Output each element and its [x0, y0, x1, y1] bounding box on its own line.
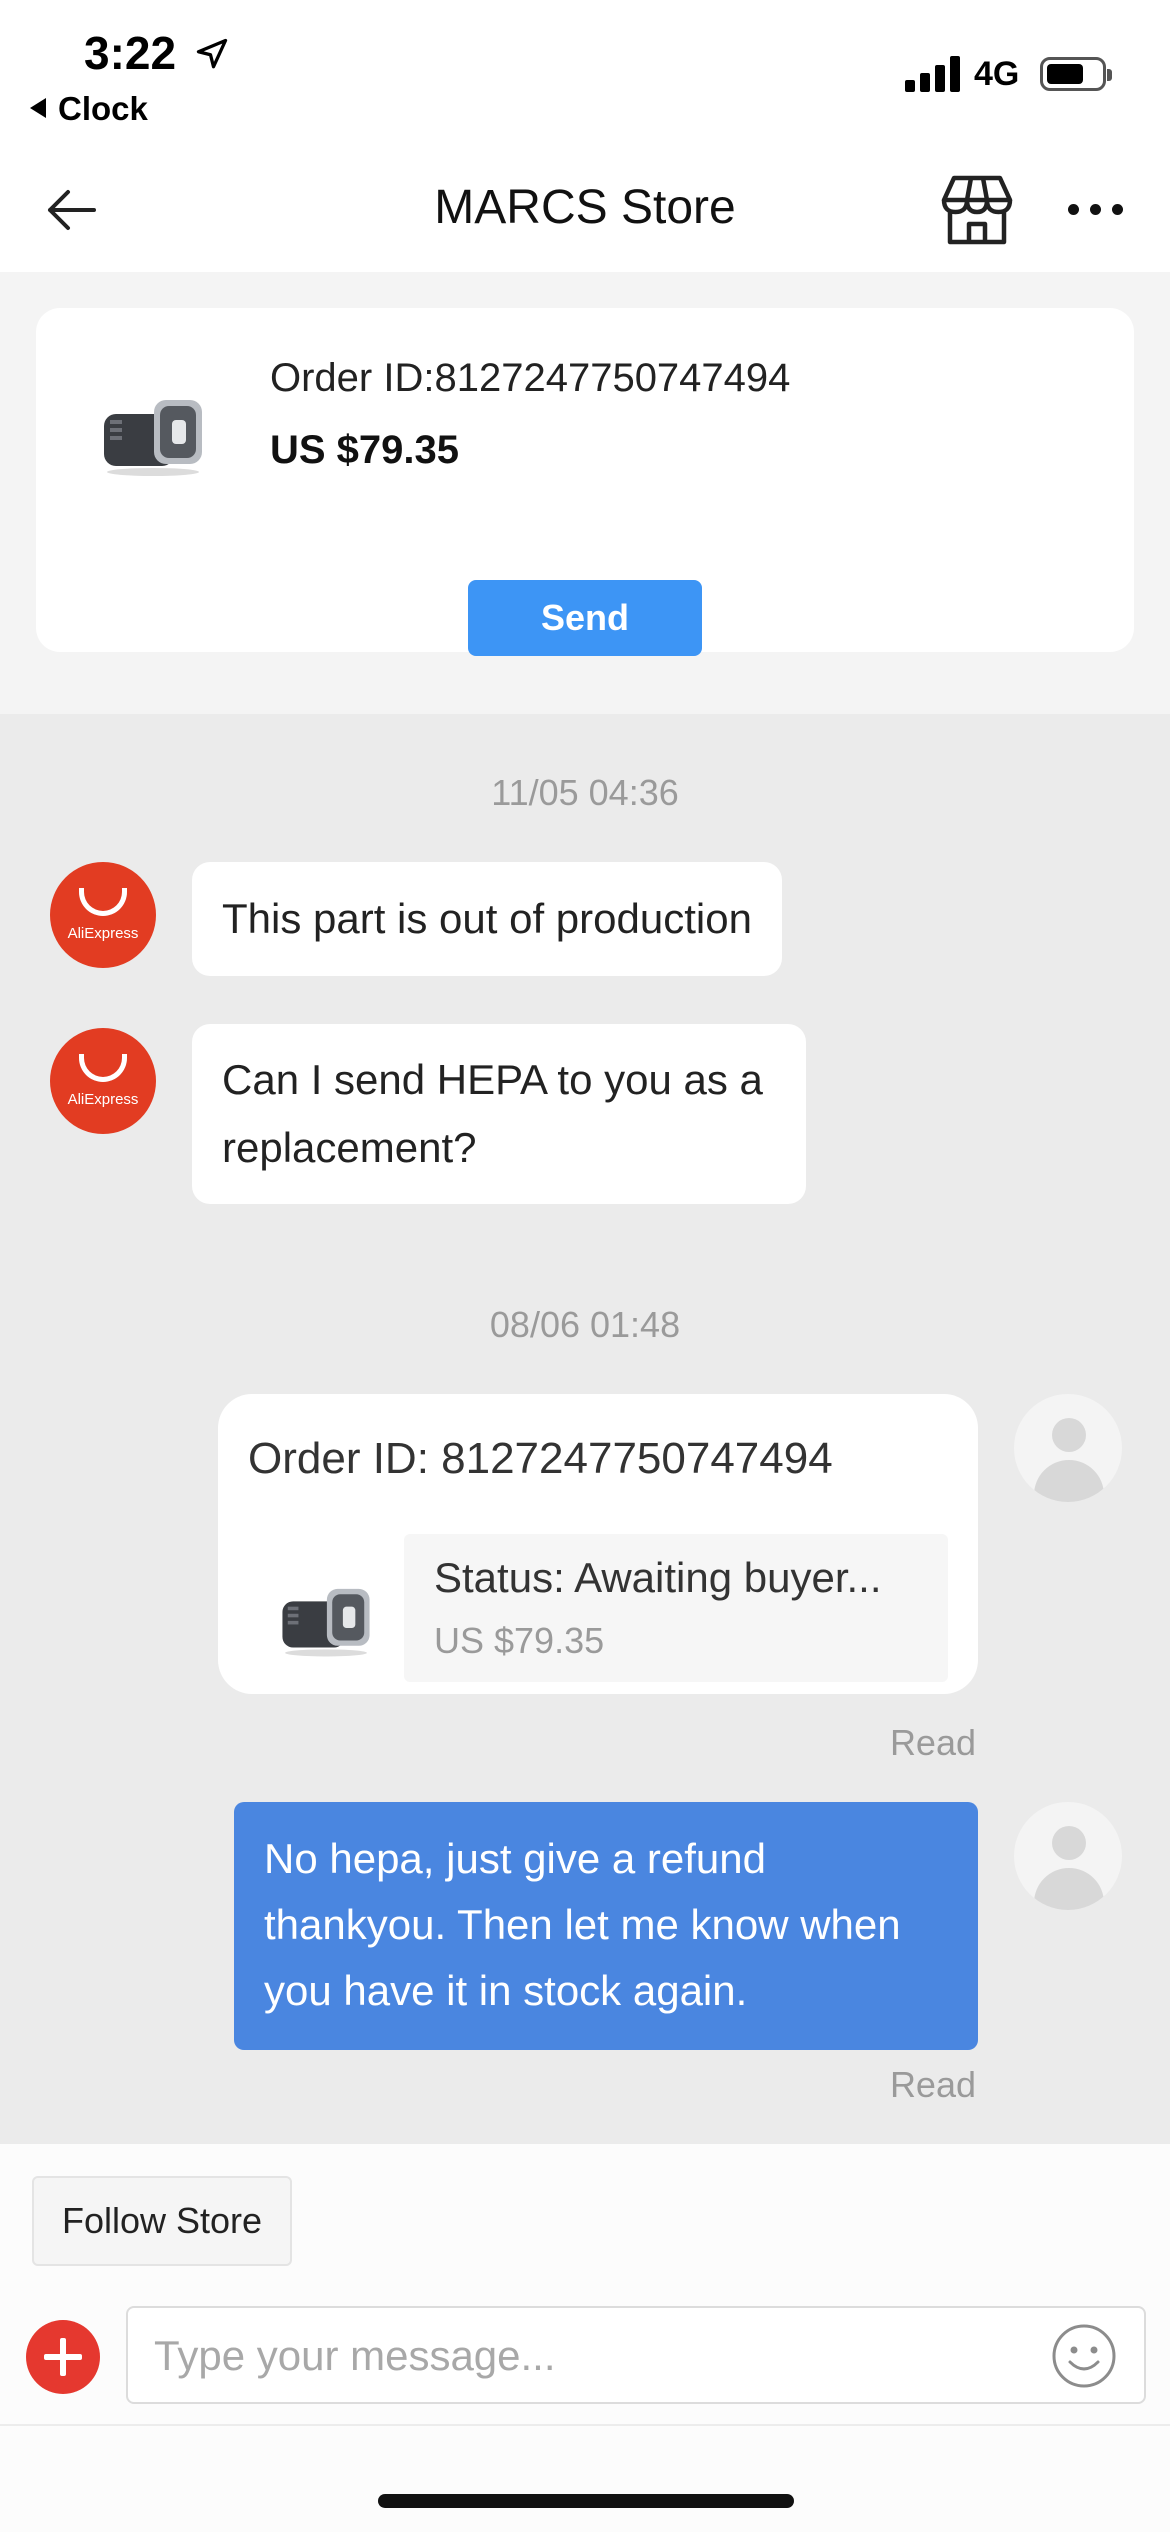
emoji-icon[interactable] [1050, 2322, 1118, 2390]
message-timestamp: 08/06 01:48 [489, 1304, 681, 1345]
message-input-box[interactable] [126, 2306, 1146, 2404]
read-receipt: Read [889, 2064, 976, 2105]
product-thumbnail [104, 400, 202, 476]
message-text-line: replacement? [222, 1124, 477, 1171]
outgoing-message-bubble[interactable]: No hepa, just give a refund thankyou. Th… [234, 1802, 978, 2050]
back-app-label: Clock [58, 90, 148, 127]
seller-avatar[interactable]: AliExpress [50, 862, 156, 968]
network-type: 4G [974, 55, 1020, 93]
back-triangle-icon [30, 98, 46, 118]
order-card: Order ID:8127247750747494 US $79.35 Send [36, 308, 1134, 656]
message-text-line: thankyou. Then let me know when [264, 1901, 901, 1948]
nav-bar: MARCS Store [0, 150, 1170, 272]
order-price: US $79.35 [434, 1620, 605, 1661]
aliexpress-logo-icon [79, 888, 127, 916]
cellular-signal-icon [905, 56, 961, 92]
order-status-box[interactable]: Status: Awaiting buyer... US $79.35 [404, 1534, 948, 1682]
chat-area[interactable]: Order ID:8127247750747494 US $79.35 Send… [0, 272, 1170, 2144]
back-to-app-link[interactable]: Clock [30, 90, 148, 128]
incoming-message-bubble[interactable]: This part is out of production [192, 862, 782, 976]
user-avatar[interactable] [1014, 1802, 1122, 1910]
user-avatar[interactable] [1014, 1394, 1122, 1502]
status-bar: 3:22 Clock 4G [0, 0, 1170, 150]
seller-avatar[interactable]: AliExpress [50, 1028, 156, 1134]
follow-store-button[interactable]: Follow Store [32, 2176, 292, 2266]
message-text-line: No hepa, just give a refund [264, 1835, 766, 1882]
battery-icon [1040, 57, 1112, 91]
order-id: Order ID: 8127247750747494 [248, 1434, 833, 1483]
message-timestamp: 11/05 04:36 [491, 772, 679, 813]
send-order-button[interactable]: Send [468, 580, 702, 656]
order-status: Status: Awaiting buyer... [434, 1554, 882, 1601]
order-price: US $79.35 [270, 428, 460, 472]
order-message-bubble[interactable]: Order ID: 8127247750747494 Status: Await… [218, 1394, 978, 1694]
product-thumbnail [282, 1588, 370, 1657]
message-input[interactable] [154, 2322, 1034, 2390]
incoming-message-bubble[interactable]: Can I send HEPA to you as a replacement? [192, 1024, 806, 1204]
order-panel: Order ID:8127247750747494 US $79.35 Send [0, 272, 1170, 714]
order-id: Order ID:8127247750747494 [270, 356, 791, 400]
location-arrow-icon [196, 38, 228, 69]
add-attachment-icon[interactable] [26, 2320, 100, 2394]
divider [0, 2424, 1170, 2426]
message-text-line: Can I send HEPA to you as a [222, 1056, 763, 1103]
aliexpress-logo-icon [79, 1054, 127, 1082]
message-text-line: you have it in stock again. [264, 1967, 748, 2014]
bottom-bar: Follow Store [0, 2144, 1170, 2532]
read-receipt: Read [889, 1722, 976, 1763]
home-indicator[interactable] [378, 2494, 794, 2508]
status-time: 3:22 [84, 27, 177, 79]
message-text: This part is out of production [222, 895, 752, 942]
more-options-icon[interactable] [1068, 200, 1128, 220]
store-icon[interactable] [940, 174, 1014, 246]
